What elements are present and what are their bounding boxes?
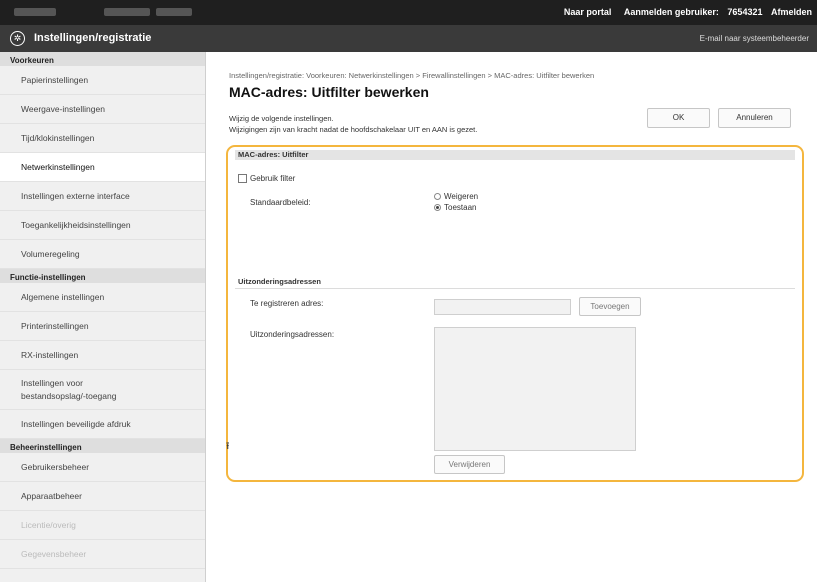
default-policy-label: Standaardbeleid: — [250, 198, 311, 207]
portal-link[interactable]: Naar portal — [564, 7, 612, 17]
login-user-label: Aanmelden gebruiker: — [623, 7, 719, 17]
sidebar-item-accessibility[interactable]: Toegankelijkheidsinstellingen — [0, 211, 205, 240]
use-filter-checkbox[interactable] — [238, 174, 247, 183]
app-title: Instellingen/registratie — [34, 32, 152, 44]
sidebar-item-network[interactable]: Netwerkinstellingen — [0, 153, 205, 182]
use-filter-label: Gebruik filter — [250, 174, 296, 183]
sidebar-item-label: Instellingen voor — [21, 378, 83, 388]
sidebar-item-external-interface[interactable]: Instellingen externe interface — [0, 182, 205, 211]
sidebar-item-label: bestandsopslag/-toegang — [21, 391, 117, 401]
sidebar-item-file-storage[interactable]: Instellingen voor bestandsopslag/-toegan… — [0, 370, 205, 410]
top-bar: Naar portal Aanmelden gebruiker: 7654321… — [0, 0, 817, 25]
main-content: Instellingen/registratie: Voorkeuren: Ne… — [206, 52, 817, 582]
register-address-input[interactable] — [434, 299, 571, 315]
sidebar-item-device-management[interactable]: Apparaatbeheer — [0, 482, 205, 511]
sidebar-item-rx[interactable]: RX-instellingen — [0, 341, 205, 370]
back-to-top-icon[interactable]: ⭱ — [226, 442, 230, 452]
sidebar-item-paper[interactable]: Papierinstellingen — [0, 66, 205, 95]
sidebar-section-functions: Functie-instellingen — [0, 269, 205, 283]
exceptions-list-label: Uitzonderingsadressen: — [250, 330, 335, 339]
exceptions-title: Uitzonderingsadressen — [235, 275, 795, 289]
logout-link[interactable]: Afmelden — [771, 7, 812, 17]
sidebar-item-volume[interactable]: Volumeregeling — [0, 240, 205, 269]
sidebar-item-display[interactable]: Weergave-instellingen — [0, 95, 205, 124]
top-links: Naar portal Aanmelden gebruiker: 7654321… — [554, 7, 812, 17]
title-bar: ✲ Instellingen/registratie E-mail naar s… — [0, 25, 817, 52]
info-text: Wijzig de volgende instellingen. — [229, 114, 334, 123]
sidebar-section-management: Beheerinstellingen — [0, 439, 205, 453]
user-id: 7654321 — [727, 7, 763, 17]
register-address-label: Te registreren adres: — [250, 299, 324, 308]
remove-button[interactable]: Verwijderen — [434, 455, 505, 474]
section-title: MAC-adres: Uitfilter — [235, 150, 795, 160]
page-title: MAC-adres: Uitfilter bewerken — [229, 84, 429, 100]
sidebar-item-time[interactable]: Tijd/klokinstellingen — [0, 124, 205, 153]
policy-allow-radio[interactable] — [434, 204, 441, 211]
breadcrumb: Instellingen/registratie: Voorkeuren: Ne… — [229, 71, 595, 80]
policy-allow-label: Toestaan — [444, 203, 477, 212]
sidebar-item-user-management[interactable]: Gebruikersbeheer — [0, 453, 205, 482]
exceptions-listbox[interactable] — [434, 327, 636, 451]
sidebar-item-secure-print[interactable]: Instellingen beveiligde afdruk — [0, 410, 205, 439]
sidebar-section-preferences: Voorkeuren — [0, 52, 205, 66]
blurred-text — [104, 8, 150, 16]
ok-button[interactable]: OK — [647, 108, 710, 128]
mac-filter-panel: MAC-adres: Uitfilter Gebruik filter Stan… — [226, 145, 804, 482]
sidebar-item-printer[interactable]: Printerinstellingen — [0, 312, 205, 341]
sidebar-item-data-management[interactable]: Gegevensbeheer — [0, 540, 205, 569]
admin-mail-link[interactable]: E-mail naar systeembeheerder — [700, 34, 809, 43]
policy-reject-label: Weigeren — [444, 192, 479, 201]
sidebar-item-general[interactable]: Algemene instellingen — [0, 283, 205, 312]
add-button[interactable]: Toevoegen — [579, 297, 641, 316]
settings-logo-icon: ✲ — [10, 31, 25, 46]
sidebar: Voorkeuren Papierinstellingen Weergave-i… — [0, 52, 206, 582]
blurred-text — [156, 8, 192, 16]
policy-reject-radio[interactable] — [434, 193, 441, 200]
cancel-button[interactable]: Annuleren — [718, 108, 791, 128]
info-text: Wijzigingen zijn van kracht nadat de hoo… — [229, 125, 478, 134]
sidebar-item-license[interactable]: Licentie/overig — [0, 511, 205, 540]
blurred-text — [14, 8, 56, 16]
